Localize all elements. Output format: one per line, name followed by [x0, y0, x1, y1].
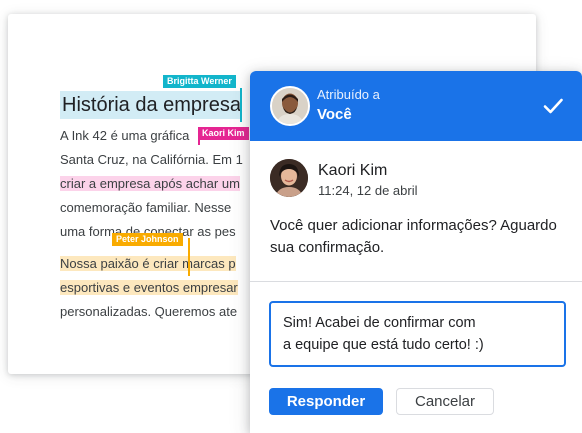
mark-done-button[interactable] — [540, 93, 566, 119]
collaborator-cursor-kaori — [198, 127, 200, 145]
reply-button[interactable]: Responder — [269, 388, 383, 415]
document-heading: História da empresa — [60, 88, 246, 122]
cancel-button[interactable]: Cancelar — [396, 388, 494, 415]
document-line: Santa Cruz, na Califórnia. Em 1 — [60, 152, 243, 167]
check-icon — [543, 98, 563, 114]
assignee-avatar — [270, 86, 310, 126]
comment-timestamp: 11:24, 12 de abril — [318, 183, 418, 198]
assignee-name: Você — [317, 106, 352, 123]
collaborator-tag-kaori: Kaori Kim — [198, 127, 249, 140]
document-line: A Ink 42 é uma gráfica — [60, 128, 190, 143]
comment-text: Você quer adicionar informações? Aguardo… — [270, 217, 557, 256]
document-line: comemoração familiar. Nesse — [60, 200, 232, 215]
collaborator-tag-peter: Peter Johnson — [112, 233, 183, 246]
collaborator-cursor-brigitta — [240, 88, 242, 122]
reply-input[interactable]: Sim! Acabei de confirmar com a equipe qu… — [269, 301, 566, 367]
collaborator-tag-brigitta: Brigitta Werner — [163, 75, 236, 88]
document-line-highlighted: esportivas e eventos empresar — [60, 280, 238, 295]
assigned-label: Atribuído a — [317, 87, 380, 102]
comment-panel: Atribuído a Você Kaori Kim 11:24, 12 de … — [250, 71, 582, 433]
document-heading-text: História da empresa — [60, 91, 241, 119]
document-line-highlighted: Nossa paixão é criar marcas p — [60, 256, 236, 271]
assignment-header: Atribuído a Você — [250, 71, 582, 141]
document-line: personalizadas. Queremos ate — [60, 304, 238, 319]
collaborator-cursor-peter — [188, 238, 190, 276]
document-line-highlighted: criar a empresa após achar um — [60, 176, 240, 191]
comment-author-avatar — [270, 159, 308, 197]
panel-divider — [250, 281, 582, 282]
comment-author-name: Kaori Kim — [318, 162, 388, 179]
